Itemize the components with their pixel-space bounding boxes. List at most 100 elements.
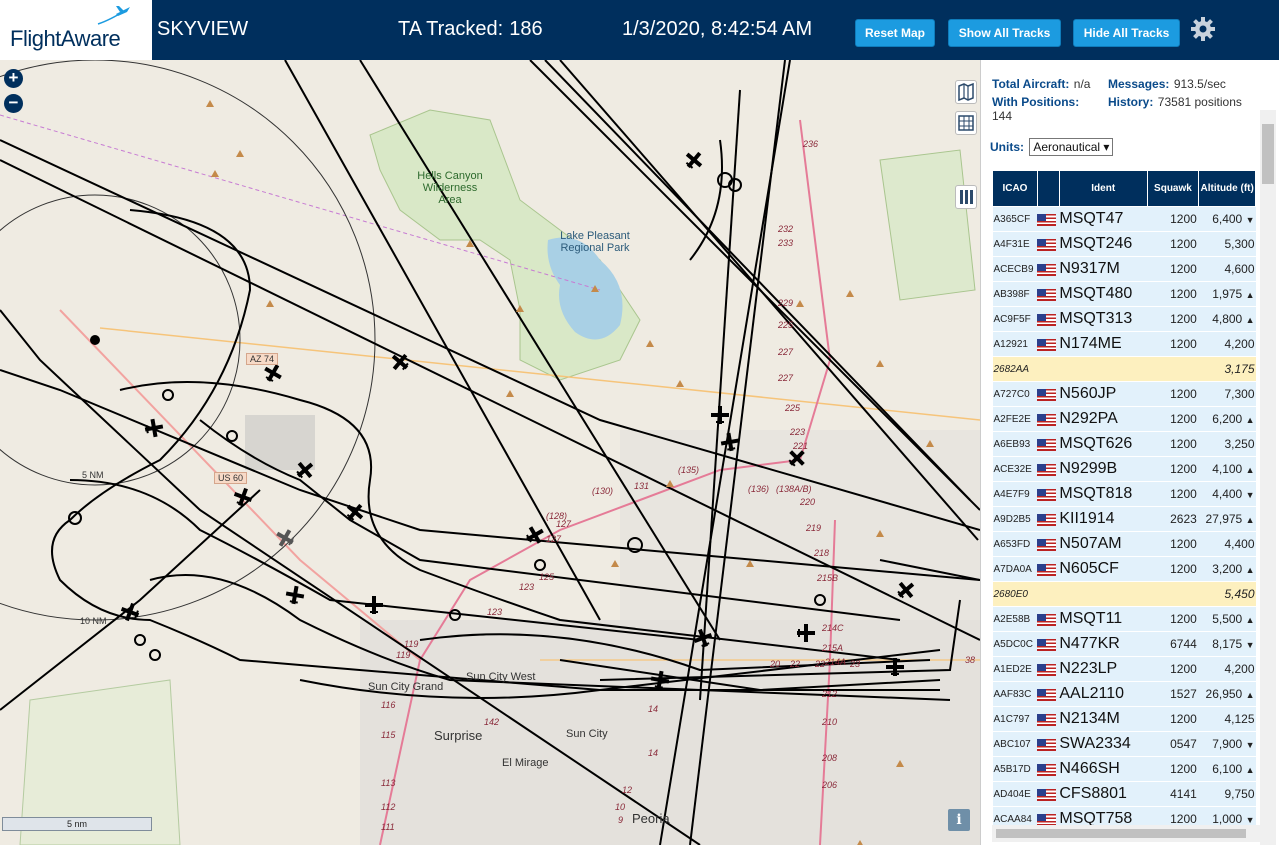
- units-select[interactable]: Aeronautical ▾: [1029, 138, 1114, 156]
- vertical-scrollbar[interactable]: [1260, 110, 1276, 845]
- col-header-ident[interactable]: Ident: [1058, 170, 1148, 207]
- flag-cell: [1037, 606, 1060, 632]
- flag-cell: [1037, 656, 1060, 682]
- route-number-label: 223: [790, 427, 806, 437]
- table-row[interactable]: ACE32E N9299B 1200 4,100 ▲: [992, 456, 1256, 482]
- altitude-value: 4,100: [1212, 462, 1243, 476]
- ta-tracked-label: TA Tracked:: [398, 18, 504, 40]
- table-row[interactable]: A2FE2E N292PA 1200 6,200 ▲: [992, 406, 1256, 432]
- show-all-tracks-button[interactable]: Show All Tracks: [948, 19, 1061, 47]
- icao-cell: ACECB9: [992, 256, 1038, 282]
- altitude-cell: 3,250: [1198, 431, 1256, 457]
- altitude-value: 6,200: [1212, 412, 1243, 426]
- route-number-label: 210: [822, 717, 838, 727]
- squawk-cell: 4141: [1147, 781, 1199, 807]
- route-number-label: 221: [793, 441, 809, 451]
- table-row[interactable]: A5B17D N466SH 1200 6,100 ▲: [992, 756, 1256, 782]
- columns-toggle-button[interactable]: [955, 185, 977, 209]
- with-positions-label: With Positions:: [992, 95, 1080, 109]
- squawk-cell: 1200: [1147, 481, 1199, 507]
- col-header-flag[interactable]: [1036, 170, 1060, 207]
- info-button[interactable]: i: [948, 809, 970, 831]
- altitude-value: 4,800: [1212, 312, 1243, 326]
- total-aircraft-label: Total Aircraft:: [992, 77, 1070, 91]
- us-flag-icon: [1037, 238, 1057, 251]
- table-row[interactable]: A6EB93 MSQT626 1200 3,250: [992, 431, 1256, 457]
- us-flag-icon: [1037, 638, 1057, 651]
- route-number-label: 233: [778, 238, 794, 248]
- route-number-label: 119: [404, 639, 419, 649]
- route-number-label: 127: [546, 534, 562, 544]
- grid-toggle-button[interactable]: [955, 111, 977, 135]
- table-row[interactable]: A653FD N507AM 1200 4,400: [992, 531, 1256, 557]
- table-row[interactable]: ABC107 SWA2334 0547 7,900 ▼: [992, 731, 1256, 757]
- flag-cell: [1037, 331, 1060, 357]
- descend-arrow-icon: ▼: [1245, 815, 1255, 825]
- squawk-cell: 1200: [1147, 656, 1199, 682]
- zoom-in-button[interactable]: +: [4, 69, 23, 88]
- us-flag-icon: [1037, 463, 1057, 476]
- col-header-squawk[interactable]: Squawk: [1146, 170, 1200, 207]
- units-value: Aeronautical: [1033, 140, 1101, 154]
- us-flag-icon: [1037, 663, 1057, 676]
- altitude-value: 4,400: [1224, 537, 1255, 551]
- table-row[interactable]: AB398F MSQT480 1200 1,975 ▲: [992, 281, 1256, 307]
- altitude-cell: 9,750: [1198, 781, 1256, 807]
- reset-map-button[interactable]: Reset Map: [855, 19, 935, 47]
- horizontal-scrollbar[interactable]: [992, 825, 1260, 842]
- squawk-cell: 1200: [1147, 256, 1199, 282]
- table-row[interactable]: A1C797 N2134M 1200 4,125: [992, 706, 1256, 732]
- descend-arrow-icon: ▼: [1245, 640, 1255, 650]
- gear-icon[interactable]: [1190, 16, 1216, 42]
- col-header-altitude[interactable]: Altitude (ft): [1198, 170, 1256, 207]
- altitude-value: 6,100: [1212, 762, 1243, 776]
- map-label-el-mirage: El Mirage: [502, 757, 549, 769]
- table-row[interactable]: 2680E0 5,450: [992, 581, 1256, 607]
- scroll-thumb[interactable]: [1262, 124, 1274, 184]
- route-number-label: (136): [748, 484, 770, 494]
- table-row[interactable]: A9D2B5 KII1914 2623 27,975 ▲: [992, 506, 1256, 532]
- table-row[interactable]: A4E7F9 MSQT818 1200 4,400 ▼: [992, 481, 1256, 507]
- route-number-label: 119: [396, 650, 411, 660]
- table-row[interactable]: A12921 N174ME 1200 4,200: [992, 331, 1256, 357]
- ident-cell: N477KR: [1059, 631, 1148, 657]
- map-label-sun-city-west: Sun City West: [466, 671, 536, 683]
- flag-cell: [1037, 406, 1060, 432]
- table-row[interactable]: A1ED2E N223LP 1200 4,200: [992, 656, 1256, 682]
- altitude-cell: 4,400: [1198, 531, 1256, 557]
- table-row[interactable]: A7DA0A N605CF 1200 3,200 ▲: [992, 556, 1256, 582]
- table-row[interactable]: A365CF MSQT47 1200 6,400 ▼: [992, 206, 1256, 232]
- hide-all-tracks-button[interactable]: Hide All Tracks: [1073, 19, 1180, 47]
- ident-cell: [1059, 356, 1148, 382]
- col-header-icao[interactable]: ICAO: [992, 170, 1038, 207]
- table-row[interactable]: A727C0 N560JP 1200 7,300: [992, 381, 1256, 407]
- table-row[interactable]: AD404E CFS8801 4141 9,750: [992, 781, 1256, 807]
- squawk-cell: 1527: [1147, 681, 1199, 707]
- route-number-label: 14: [648, 704, 659, 714]
- table-row[interactable]: 2682AA 3,175: [992, 356, 1256, 382]
- ta-tracked-value: 186: [509, 18, 543, 40]
- table-row[interactable]: A2E58B MSQT11 1200 5,500 ▲: [992, 606, 1256, 632]
- route-number-label: (130): [592, 486, 614, 496]
- icao-cell: A365CF: [992, 206, 1038, 232]
- table-row[interactable]: A4F31E MSQT246 1200 5,300: [992, 231, 1256, 257]
- hscroll-thumb[interactable]: [996, 829, 1246, 838]
- icao-cell: A4E7F9: [992, 481, 1038, 507]
- table-row[interactable]: AAF83C AAL2110 1527 26,950 ▲: [992, 681, 1256, 707]
- table-row[interactable]: A5DC0C N477KR 6744 8,175 ▼: [992, 631, 1256, 657]
- altitude-value: 1,975: [1212, 287, 1243, 301]
- ident-cell: MSQT818: [1059, 481, 1148, 507]
- route-number-label: 220: [800, 497, 816, 507]
- map-layers-button[interactable]: [955, 80, 977, 104]
- ident-cell: SWA2334: [1059, 731, 1148, 757]
- altitude-value: 8,175: [1212, 637, 1243, 651]
- table-row[interactable]: ACECB9 N9317M 1200 4,600: [992, 256, 1256, 282]
- route-number-label: 227: [778, 347, 794, 357]
- table-row[interactable]: AC9F5F MSQT313 1200 4,800 ▲: [992, 306, 1256, 332]
- route-number-label: 229: [778, 298, 794, 308]
- ident-cell: MSQT626: [1059, 431, 1148, 457]
- ident-cell: N174ME: [1059, 331, 1148, 357]
- flightaware-logo[interactable]: FlightAware: [0, 0, 152, 60]
- map-view[interactable]: Hells Canyon Wilderness Area Lake Pleasa…: [0, 60, 980, 845]
- zoom-out-button[interactable]: −: [4, 94, 23, 113]
